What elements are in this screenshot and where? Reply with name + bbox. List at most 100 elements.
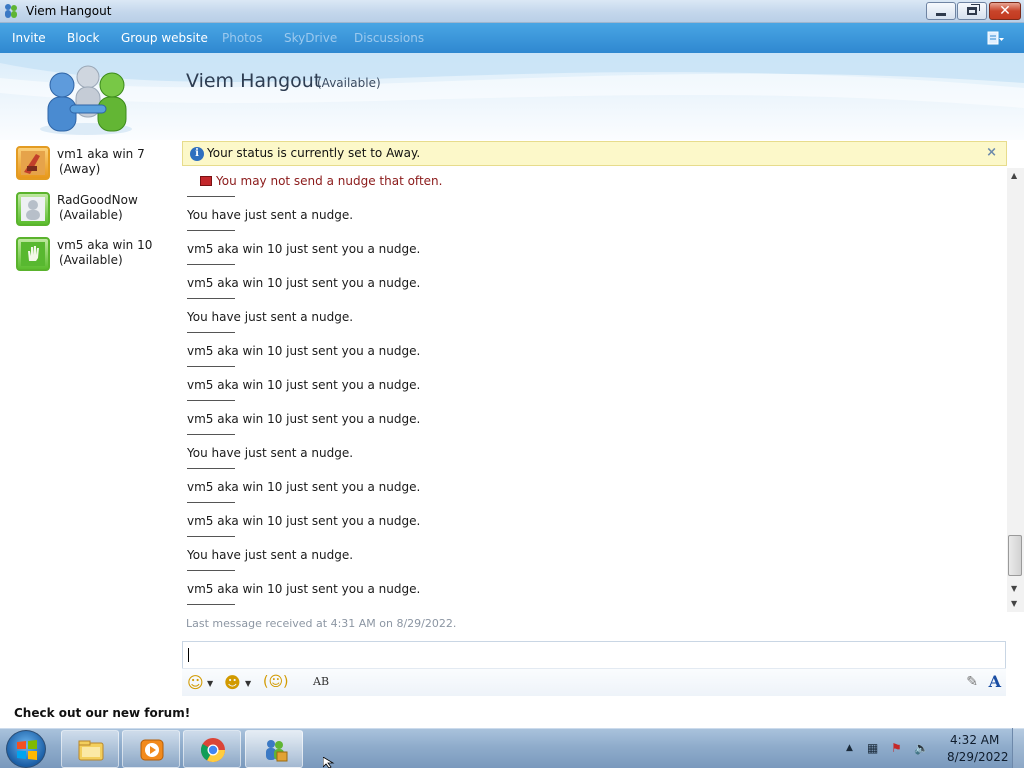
contact-vm1[interactable]: vm1 aka win 7 (Away) bbox=[16, 146, 176, 186]
system-message: vm5 aka win 10 just sent you a nudge. bbox=[187, 582, 421, 596]
system-message: vm5 aka win 10 just sent you a nudge. bbox=[187, 344, 421, 358]
conversation-scrollbar[interactable]: ▲ ▼ ▼ bbox=[1007, 168, 1024, 612]
taskbar: ▲ ▦ ⚑ 🔈 bbox=[0, 728, 1024, 768]
minimize-icon bbox=[936, 12, 946, 16]
message-separator bbox=[187, 298, 235, 299]
system-message: vm5 aka win 10 just sent you a nudge. bbox=[187, 276, 421, 290]
wink-icon[interactable]: ☻ bbox=[224, 673, 241, 692]
contact-avatar bbox=[16, 192, 50, 226]
system-message: vm5 aka win 10 just sent you a nudge. bbox=[187, 242, 421, 256]
taskbar-chrome[interactable] bbox=[183, 730, 241, 768]
taskbar-explorer[interactable] bbox=[61, 730, 119, 768]
system-message: vm5 aka win 10 just sent you a nudge. bbox=[187, 480, 421, 494]
close-icon: ✕ bbox=[999, 3, 1011, 19]
handwriting-icon[interactable]: ✎ bbox=[966, 674, 978, 690]
header-decoration bbox=[0, 53, 1024, 108]
scroll-up-arrow-icon[interactable]: ▲ bbox=[1011, 171, 1017, 180]
messenger-window: Viem Hangout ✕ Invite Block Group websit… bbox=[0, 0, 1024, 728]
contact-name: RadGoodNow bbox=[57, 193, 138, 207]
message-separator bbox=[187, 536, 235, 537]
restore-button[interactable] bbox=[957, 2, 987, 20]
menu-photos: Photos bbox=[222, 31, 263, 45]
close-button[interactable]: ✕ bbox=[989, 2, 1021, 20]
contact-status: (Available) bbox=[59, 208, 123, 222]
contact-name: vm1 aka win 7 bbox=[57, 147, 145, 161]
system-message: vm5 aka win 10 just sent you a nudge. bbox=[187, 412, 421, 426]
scroll-end-arrow-icon[interactable]: ▼ bbox=[1011, 599, 1017, 608]
show-desktop-button[interactable] bbox=[1012, 728, 1024, 768]
explorer-icon bbox=[78, 740, 104, 761]
text-caret bbox=[188, 648, 189, 662]
options-menu-icon[interactable] bbox=[986, 29, 1006, 47]
nudge-warning-text: You may not send a nudge that often. bbox=[216, 174, 443, 188]
system-message: You have just sent a nudge. bbox=[187, 208, 354, 222]
spellcheck-icon[interactable]: AB bbox=[313, 675, 329, 688]
clock-time[interactable]: 4:32 AM bbox=[950, 733, 999, 747]
menu-discussions: Discussions bbox=[354, 31, 425, 45]
contact-radgoodnow[interactable]: RadGoodNow (Available) bbox=[16, 192, 176, 232]
scrollbar-thumb[interactable] bbox=[1008, 535, 1022, 576]
emoticon-icon[interactable]: ☺ bbox=[187, 673, 204, 692]
info-bar-text: Your status is currently set to Away. bbox=[207, 146, 421, 160]
system-message: vm5 aka win 10 just sent you a nudge. bbox=[187, 514, 421, 528]
minimize-button[interactable] bbox=[926, 2, 956, 20]
menu-invite[interactable]: Invite bbox=[12, 31, 46, 45]
hand-avatar-icon bbox=[21, 242, 45, 266]
contact-status: (Away) bbox=[59, 162, 101, 176]
menu-block[interactable]: Block bbox=[67, 31, 99, 45]
system-message: vm5 aka win 10 just sent you a nudge. bbox=[187, 378, 421, 392]
menu-group-website[interactable]: Group website bbox=[121, 31, 208, 45]
system-message: You have just sent a nudge. bbox=[187, 446, 354, 460]
message-separator bbox=[187, 434, 235, 435]
taskbar-messenger[interactable] bbox=[245, 730, 303, 768]
message-separator bbox=[187, 502, 235, 503]
font-button[interactable]: A bbox=[989, 672, 1001, 691]
away-avatar-icon bbox=[21, 151, 45, 175]
mouse-pointer-icon bbox=[323, 757, 335, 768]
message-separator bbox=[187, 400, 235, 401]
header-band bbox=[0, 53, 1024, 140]
last-message-timestamp: Last message received at 4:31 AM on 8/29… bbox=[186, 617, 457, 630]
system-message: You have just sent a nudge. bbox=[187, 548, 354, 562]
message-separator bbox=[187, 468, 235, 469]
menu-skydrive: SkyDrive bbox=[284, 31, 338, 45]
emoticon-dropdown-icon[interactable]: ▼ bbox=[207, 679, 213, 688]
message-separator bbox=[187, 196, 235, 197]
contact-avatar bbox=[16, 237, 50, 271]
message-separator bbox=[187, 604, 235, 605]
network-icon[interactable]: ▦ bbox=[867, 741, 878, 755]
info-icon: i bbox=[190, 147, 204, 161]
conversation-title: Viem Hangout bbox=[186, 70, 322, 92]
message-separator bbox=[187, 230, 235, 231]
contact-vm5[interactable]: vm5 aka win 10 (Available) bbox=[16, 237, 176, 277]
message-separator bbox=[187, 570, 235, 571]
taskbar-media-player[interactable] bbox=[122, 730, 180, 768]
forum-link[interactable]: Check out our new forum! bbox=[14, 706, 190, 720]
nudge-warning: You may not send a nudge that often. bbox=[200, 174, 442, 188]
window-title: Viem Hangout bbox=[26, 4, 112, 18]
messenger-icon bbox=[266, 740, 288, 762]
compose-toolbar: ☺ ▼ ☻ ▼ (☺) AB ✎ A bbox=[182, 668, 1006, 696]
menu-bar: Invite Block Group website Photos SkyDri… bbox=[0, 23, 1024, 53]
message-separator bbox=[187, 332, 235, 333]
status-info-bar: i Your status is currently set to Away. … bbox=[182, 141, 1007, 166]
chrome-icon bbox=[200, 738, 225, 763]
contact-status: (Available) bbox=[59, 253, 123, 267]
info-bar-close-button[interactable]: × bbox=[986, 145, 997, 160]
windows-logo-icon bbox=[17, 740, 37, 760]
restore-icon bbox=[967, 4, 980, 15]
contact-avatar bbox=[16, 146, 50, 180]
wink-dropdown-icon[interactable]: ▼ bbox=[245, 679, 251, 688]
volume-icon[interactable]: 🔈 bbox=[914, 741, 929, 755]
clock-date[interactable]: 8/29/2022 bbox=[947, 750, 1009, 764]
error-envelope-icon bbox=[200, 176, 212, 186]
scroll-down-arrow-icon[interactable]: ▼ bbox=[1011, 584, 1017, 593]
show-hidden-icons-icon[interactable]: ▲ bbox=[846, 743, 853, 753]
nudge-icon[interactable]: (☺) bbox=[263, 674, 289, 690]
title-bar[interactable]: Viem Hangout ✕ bbox=[0, 0, 1024, 23]
action-center-icon[interactable]: ⚑ bbox=[891, 741, 902, 755]
message-separator bbox=[187, 264, 235, 265]
group-avatar-icon bbox=[40, 65, 132, 135]
start-button[interactable] bbox=[6, 730, 46, 768]
contact-name: vm5 aka win 10 bbox=[57, 238, 153, 252]
